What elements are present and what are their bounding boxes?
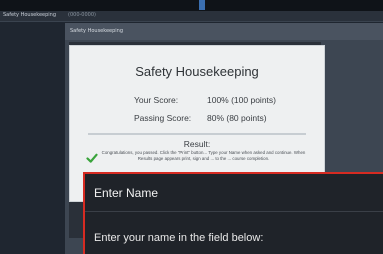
passing-score-label: Passing Score: bbox=[134, 113, 192, 123]
score-label: Your Score: bbox=[134, 95, 179, 105]
dialog-title: Enter Name bbox=[94, 186, 159, 200]
dialog-message: Enter your name in the field below: bbox=[94, 232, 264, 244]
enter-name-dialog: Enter Name Enter your name in the field … bbox=[83, 172, 383, 254]
app-header: Safety Housekeeping bbox=[65, 23, 383, 40]
window-titlebar: Safety Housekeeping (000-0000) bbox=[0, 11, 383, 22]
accent-marker bbox=[199, 0, 205, 10]
passing-score-value: 80% (80 points) bbox=[207, 113, 267, 123]
dialog-divider bbox=[85, 211, 383, 212]
result-message: Congratulations, you passed. Click the "… bbox=[101, 150, 306, 161]
result-title: Result: bbox=[183, 139, 211, 149]
window-title: Safety Housekeeping bbox=[3, 12, 57, 18]
card-divider bbox=[88, 133, 306, 135]
checkmark-icon bbox=[86, 153, 98, 163]
window-subtitle: (000-0000) bbox=[68, 12, 96, 18]
score-value: 100% (100 points) bbox=[207, 95, 276, 105]
app-header-label: Safety Housekeeping bbox=[70, 28, 124, 34]
card-title: Safety Housekeeping bbox=[135, 64, 259, 79]
